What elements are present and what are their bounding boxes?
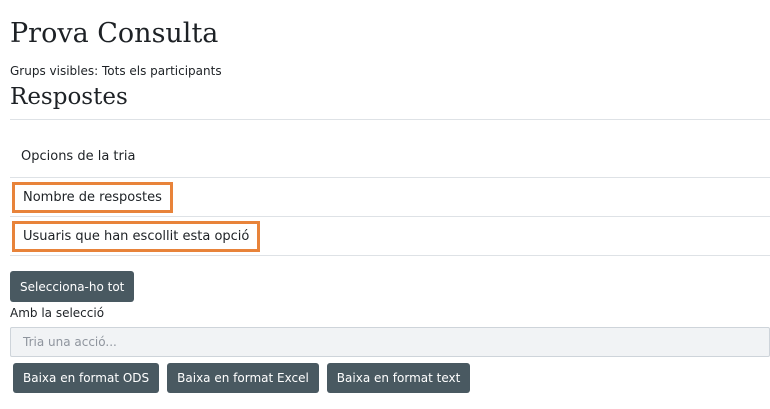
table-row: Usuaris que han escollit esta opció xyxy=(10,217,770,256)
action-select[interactable]: Tria una acció... xyxy=(10,327,770,357)
table-row: Nombre de respostes xyxy=(10,178,770,217)
select-all-button[interactable]: Selecciona-ho tot xyxy=(10,271,135,302)
download-ods-button[interactable]: Baixa en format ODS xyxy=(13,363,160,393)
users-chosen-label: Usuaris que han escollit esta opció xyxy=(12,220,261,252)
download-buttons: Baixa en format ODS Baixa en format Exce… xyxy=(13,363,471,393)
choice-options-header: Opcions de la tria xyxy=(21,149,136,164)
table-header-row: Opcions de la tria xyxy=(10,120,770,178)
with-selection-label: Amb la selecció xyxy=(10,306,105,320)
groups-visible-text: Grups visibles: Tots els participants xyxy=(10,64,222,78)
download-text-button[interactable]: Baixa en format text xyxy=(326,363,471,393)
number-of-responses-label: Nombre de respostes xyxy=(12,181,173,213)
responses-heading: Respostes xyxy=(10,84,128,110)
download-excel-button[interactable]: Baixa en format Excel xyxy=(167,363,319,393)
page-title: Prova Consulta xyxy=(10,18,219,49)
results-table: Opcions de la tria Nombre de respostes U… xyxy=(10,119,770,256)
